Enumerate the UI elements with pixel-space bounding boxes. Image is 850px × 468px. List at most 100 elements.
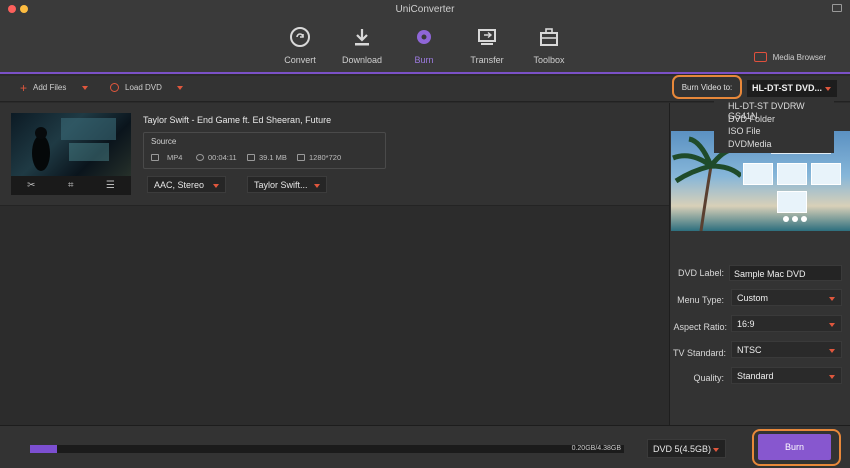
duration-value: 00:04:11 <box>208 153 237 162</box>
dropdown-option[interactable]: DVDMedia <box>728 139 834 152</box>
video-thumbnail[interactable]: ✂ ⌗ ☰ <box>11 113 131 195</box>
tv-standard-label: TV Standard: <box>672 348 726 358</box>
chevron-down-icon <box>314 184 320 188</box>
effects-icon[interactable]: ☰ <box>106 180 115 191</box>
chevron-down-icon <box>713 448 719 452</box>
load-dvd-dropdown-icon[interactable] <box>176 85 183 90</box>
dropdown-option[interactable]: ISO File <box>728 126 834 139</box>
disc-capacity-fill <box>30 445 58 453</box>
burn-icon <box>417 30 431 44</box>
aspect-ratio-select[interactable]: 16:9 <box>731 315 842 332</box>
subtitle-value: Taylor Swift... <box>254 180 308 190</box>
disc-capacity-text: 0.20GB/4.38GB <box>571 445 621 452</box>
media-browser-button[interactable]: Media Browser <box>753 52 826 62</box>
chevron-down-icon <box>829 375 835 379</box>
quality-value: Standard <box>737 371 774 381</box>
resolution-icon <box>297 154 305 161</box>
file-item[interactable]: ✂ ⌗ ☰ Taylor Swift - End Game ft. Ed She… <box>0 103 669 206</box>
chevron-down-icon <box>213 184 219 188</box>
media-browser-label: Media Browser <box>772 52 826 62</box>
thumbnail-image <box>11 113 131 176</box>
nav-toolbox[interactable]: Toolbox <box>519 26 579 65</box>
menu-type-value: Custom <box>737 293 769 303</box>
resolution-value: 1280*720 <box>309 153 342 162</box>
nav-toolbox-label: Toolbox <box>533 55 565 65</box>
audio-track-select[interactable]: AAC, Stereo <box>147 176 226 193</box>
audio-track-value: AAC, Stereo <box>154 180 205 190</box>
subtitle-select[interactable]: Taylor Swift... <box>247 176 327 193</box>
load-dvd-button[interactable]: Load DVD <box>110 83 183 92</box>
disc-type-select[interactable]: DVD 5(4.5GB) <box>647 439 726 458</box>
load-dvd-label: Load DVD <box>125 83 162 92</box>
menu-type-select[interactable]: Custom <box>731 289 842 306</box>
chevron-down-icon <box>829 297 835 301</box>
disc-capacity-bar: 0.20GB/4.38GB <box>30 445 624 453</box>
menu-thumbnail <box>743 163 773 185</box>
format-info: MP4 <box>151 153 182 162</box>
dvd-label-field[interactable]: Sample Mac DVD <box>729 265 842 281</box>
crop-icon[interactable]: ⌗ <box>68 180 74 191</box>
nav-transfer-label: Transfer <box>470 55 504 65</box>
duration-info: 00:04:11 <box>196 153 237 162</box>
plus-icon: + <box>20 80 28 95</box>
add-files-button[interactable]: + Add Files <box>20 80 89 95</box>
thumbnail-scene <box>32 118 116 171</box>
add-files-dropdown-icon[interactable] <box>82 85 89 90</box>
media-browser-icon <box>753 52 767 62</box>
toolbox-icon <box>540 28 558 46</box>
top-navigation-bar: UniConverter Convert Download Burn Trans… <box>0 0 850 74</box>
burn-target-value: HL-DT-ST DVD... <box>752 83 822 93</box>
burn-target-select[interactable]: HL-DT-ST DVD... <box>747 80 837 97</box>
burn-video-to-label: Burn Video to: <box>672 75 742 99</box>
menu-thumbnail <box>777 191 807 213</box>
nav-transfer[interactable]: Transfer <box>457 26 517 65</box>
add-files-label: Add Files <box>33 83 67 92</box>
tv-standard-value: NTSC <box>737 345 762 355</box>
clock-icon <box>196 154 204 161</box>
app-window: UniConverter Convert Download Burn Trans… <box>0 0 850 468</box>
transfer-icon <box>478 29 496 45</box>
source-info-box: Source MP4 00:04:11 39.1 MB 1280*720 <box>143 132 386 169</box>
nav-burn-label: Burn <box>414 55 434 65</box>
film-icon <box>151 154 159 161</box>
file-list: ✂ ⌗ ☰ Taylor Swift - End Game ft. Ed She… <box>0 103 669 425</box>
chat-icon[interactable] <box>832 4 842 12</box>
nav-download-label: Download <box>341 55 383 65</box>
chevron-down-icon <box>829 323 835 327</box>
menu-thumbnail <box>777 163 807 185</box>
dropdown-option[interactable]: HL-DT-ST DVDRW GS41N <box>728 101 834 121</box>
window-title: UniConverter <box>395 4 455 15</box>
burn-button[interactable]: Burn <box>758 434 831 460</box>
dropdown-option[interactable]: DVD Folder <box>728 114 834 127</box>
nav-convert-label: Convert <box>284 55 316 65</box>
source-label: Source <box>151 137 177 146</box>
menu-thumbnail <box>811 163 841 185</box>
chevron-down-icon <box>825 87 831 91</box>
size-info: 39.1 MB <box>247 153 287 162</box>
menu-type-label: Menu Type: <box>677 295 724 305</box>
nav-burn[interactable]: Burn <box>394 26 454 65</box>
tv-standard-select[interactable]: NTSC <box>731 341 842 358</box>
preview-nav-dots <box>783 216 807 222</box>
size-value: 39.1 MB <box>259 153 287 162</box>
thumbnail-tools: ✂ ⌗ ☰ <box>11 176 131 195</box>
download-icon <box>355 29 369 46</box>
file-title: Taylor Swift - End Game ft. Ed Sheeran, … <box>143 115 332 125</box>
dvd-label-label: DVD Label: <box>677 268 724 278</box>
disc-icon <box>110 83 119 92</box>
bottom-bar: 0.20GB/4.38GB DVD 5(4.5GB) Burn <box>0 425 850 468</box>
nav-convert[interactable]: Convert <box>270 26 330 65</box>
scissors-icon[interactable]: ✂ <box>27 180 35 191</box>
format-value: MP4 <box>167 153 183 162</box>
folder-icon <box>247 154 255 161</box>
resolution-info: 1280*720 <box>297 153 341 162</box>
nav-download[interactable]: Download <box>332 26 392 65</box>
quality-label: Quality: <box>693 373 724 383</box>
burn-target-dropdown: HL-DT-ST DVDRW GS41N DVD Folder ISO File… <box>714 99 834 153</box>
convert-icon <box>290 27 310 47</box>
aspect-ratio-label: Aspect Ratio: <box>673 322 727 332</box>
aspect-ratio-value: 16:9 <box>737 319 755 329</box>
quality-select[interactable]: Standard <box>731 367 842 384</box>
chevron-down-icon <box>829 349 835 353</box>
disc-type-value: DVD 5(4.5GB) <box>653 444 712 454</box>
